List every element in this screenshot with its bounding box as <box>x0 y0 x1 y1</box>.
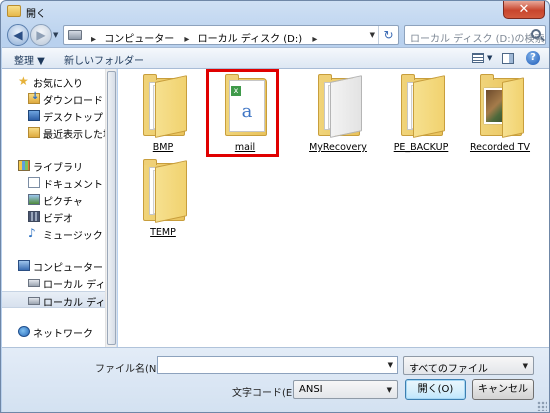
command-bar: 整理 ▼ 新しいフォルダー ▼ ? <box>2 47 549 69</box>
filename-label: ファイル名(N): <box>95 364 164 375</box>
window-title: 開く <box>26 9 46 20</box>
sidebar-item-network[interactable]: ネットワーク <box>2 323 105 340</box>
folder-icon <box>401 74 445 138</box>
computer-icon <box>68 30 82 40</box>
sidebar-item-recent-places[interactable]: 最近表示した場所 <box>2 124 105 141</box>
selection-highlight <box>206 69 279 157</box>
back-button[interactable]: ◀ <box>7 24 29 46</box>
libraries-icon <box>18 160 30 171</box>
sidebar-item-pictures[interactable]: ピクチャ <box>2 191 105 208</box>
recent-places-icon <box>28 127 40 138</box>
address-dropdown[interactable]: ▼ <box>370 31 375 39</box>
encoding-value: ANSI <box>299 384 323 395</box>
computer-icon <box>18 260 30 271</box>
file-name: BMP <box>152 142 174 153</box>
sidebar-item-local-disk-c[interactable]: ローカル ディスク <box>2 274 105 291</box>
network-icon <box>18 326 30 337</box>
file-item-bmp[interactable]: BMP <box>125 72 201 157</box>
pictures-icon <box>28 194 40 205</box>
sidebar-item-downloads[interactable]: ダウンロード <box>2 90 105 107</box>
folder-icon <box>143 159 187 223</box>
preview-pane-icon[interactable] <box>502 53 514 64</box>
sidebar-item-local-disk-d[interactable]: ローカル ディスク <box>2 291 105 308</box>
folder-icon <box>318 74 362 138</box>
search-input[interactable]: ローカル ディスク (D:)の検索 <box>410 30 545 45</box>
refresh-button[interactable]: ↻ <box>378 26 398 44</box>
sidebar-item-computer[interactable]: コンピューター <box>2 257 105 274</box>
file-item-temp[interactable]: TEMP <box>125 157 201 242</box>
file-item-recorded-tv[interactable]: Recorded TV <box>462 72 538 157</box>
encoding-label: 文字コード(E): <box>232 388 300 399</box>
breadcrumb-local-disk-d[interactable]: ローカル ディスク (D:) <box>198 34 303 45</box>
desktop-icon <box>28 110 40 121</box>
dialog-footer: ファイル名(N): ▼ すべてのファイル ▼ 文字コード(E): ANSI ▼ … <box>2 347 549 412</box>
star-icon: ★ <box>18 74 29 88</box>
music-note-icon: ♪ <box>28 226 36 240</box>
search-box[interactable]: ローカル ディスク (D:)の検索 <box>404 25 546 45</box>
folder-icon <box>7 5 21 17</box>
history-dropdown[interactable]: ▼ <box>53 31 58 39</box>
search-icon[interactable] <box>531 29 541 39</box>
sidebar-item-documents[interactable]: ドキュメント <box>2 174 105 191</box>
sidebar-item-libraries[interactable]: ライブラリ <box>2 157 105 174</box>
file-name: MyRecovery <box>309 142 367 153</box>
navigation-bar: ◀ ▶ ▼ ▸ コンピューター ▸ ローカル ディスク (D:) ▸ ▼ ↻ ロ… <box>1 23 549 47</box>
drive-icon <box>28 279 40 287</box>
resize-grip[interactable] <box>537 401 547 411</box>
navigation-pane: ★ お気に入り ダウンロード デスクトップ 最近表示した場所 ライブラリ ドキュ… <box>2 69 117 347</box>
breadcrumb-separator[interactable]: ▸ <box>184 34 189 45</box>
open-file-dialog: 開く ✕ ◀ ▶ ▼ ▸ コンピューター ▸ ローカル ディスク (D:) ▸ … <box>0 0 550 413</box>
filetype-select[interactable]: すべてのファイル ▼ <box>403 356 534 375</box>
file-name: Recorded TV <box>469 142 531 153</box>
sidebar-item-music[interactable]: ♪ ミュージック <box>2 225 105 242</box>
file-name: TEMP <box>150 227 176 238</box>
drive-icon <box>28 297 40 305</box>
open-button[interactable]: 開く(O) <box>405 379 466 400</box>
encoding-dropdown-icon[interactable]: ▼ <box>387 386 392 394</box>
sidebar-scrollbar[interactable] <box>105 69 116 347</box>
organize-button[interactable]: 整理 ▼ <box>14 52 45 67</box>
breadcrumb-separator[interactable]: ▸ <box>91 34 96 45</box>
downloads-folder-icon <box>28 91 40 104</box>
sidebar-item-desktop[interactable]: デスクトップ <box>2 107 105 124</box>
breadcrumb-separator[interactable]: ▸ <box>312 34 317 45</box>
sidebar-item-videos[interactable]: ビデオ <box>2 208 105 225</box>
filename-field[interactable]: ▼ <box>157 356 398 374</box>
documents-icon <box>28 177 40 188</box>
scrollbar-thumb[interactable] <box>107 71 116 345</box>
folder-icon <box>143 74 187 138</box>
sidebar-item-favorites[interactable]: ★ お気に入り <box>2 73 105 90</box>
view-dropdown[interactable]: ▼ <box>487 54 492 62</box>
forward-button[interactable]: ▶ <box>30 24 52 46</box>
filetype-value: すべてのファイル <box>409 364 488 375</box>
file-list: BMP x a mail MyRecovery PE_BACKUP Record… <box>118 69 549 347</box>
filename-dropdown-icon[interactable]: ▼ <box>388 361 393 369</box>
encoding-select[interactable]: ANSI ▼ <box>293 380 398 399</box>
view-options-icon[interactable] <box>472 53 484 63</box>
file-item-myrecovery[interactable]: MyRecovery <box>300 72 376 157</box>
filetype-dropdown-icon[interactable]: ▼ <box>523 362 528 370</box>
breadcrumb-computer[interactable]: コンピューター <box>104 34 174 45</box>
cancel-button[interactable]: キャンセル <box>472 379 534 400</box>
new-folder-button[interactable]: 新しいフォルダー <box>64 52 144 67</box>
address-bar[interactable]: ▸ コンピューター ▸ ローカル ディスク (D:) ▸ ▼ ↻ <box>63 25 399 45</box>
title-bar[interactable]: 開く ✕ <box>1 1 549 23</box>
photo-folder-icon <box>480 74 524 138</box>
file-item-pe-backup[interactable]: PE_BACKUP <box>383 72 459 157</box>
breadcrumb: ▸ コンピューター ▸ ローカル ディスク (D:) ▸ <box>86 30 322 45</box>
file-name: PE_BACKUP <box>393 142 449 153</box>
close-button[interactable]: ✕ <box>503 1 545 19</box>
videos-icon <box>28 211 40 222</box>
help-icon[interactable]: ? <box>526 51 540 65</box>
